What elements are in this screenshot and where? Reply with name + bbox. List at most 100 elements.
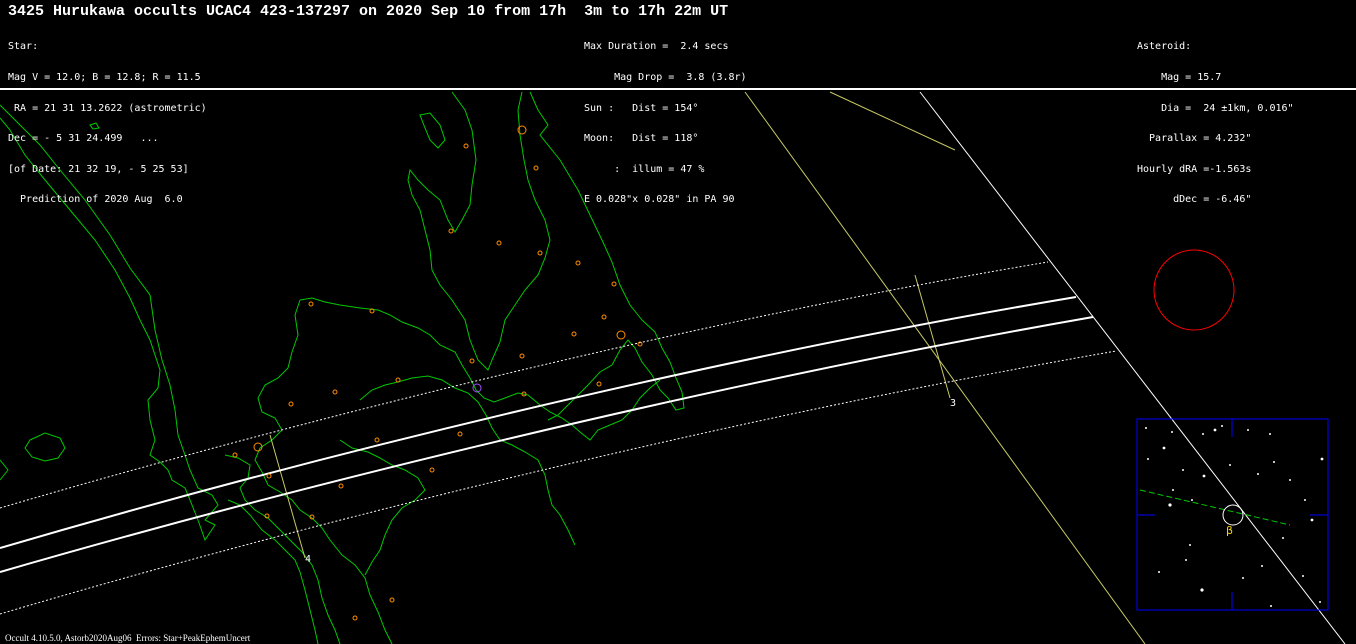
finder-chart: β [1136,418,1329,611]
star-info-line: [of Date: 21 32 19, - 5 25 53] [8,163,189,175]
star [1158,571,1160,573]
star-info-line: Star: [8,41,39,53]
star [1145,427,1147,429]
time-marker-4: 4 [305,554,311,565]
event-info-line: Sun : Dist = 154° [584,102,699,114]
star [1282,537,1284,539]
star-info-line: RA = 21 31 13.2622 (astrometric) [8,102,207,114]
city-marker [463,143,469,149]
asteroid-info-line: Asteroid: [1137,41,1192,53]
coastline-lower-left [224,454,341,644]
star-info-block: Star: Mag V = 12.0; B = 12.8; R = 11.5 R… [8,22,207,226]
event-info-block: Max Duration = 2.4 secs Mag Drop = 3.8 (… [584,22,747,226]
city-marker [571,331,577,337]
terminator-line-2 [829,91,956,151]
city-marker [266,473,272,479]
finder-target-symbol: β [1226,524,1233,537]
coastline-lower-mid [339,439,426,576]
asteroid-info-line: Dia = 24 ±1km, 0.016" [1137,102,1294,114]
city-marker [616,330,626,340]
star-info-line: Mag V = 12.0; B = 12.8; R = 11.5 [8,72,201,84]
star [1257,473,1259,475]
city-marker [457,431,463,437]
star [1202,433,1204,435]
page-title: 3425 Hurukawa occults UCAC4 423-137297 o… [8,3,729,20]
star [1247,429,1249,431]
city-markers [232,125,643,621]
star [1213,428,1217,432]
occultation-path [0,261,1117,615]
star [1289,479,1291,481]
finder-frame [1136,418,1329,611]
event-info-line: Mag Drop = 3.8 (3.8r) [584,72,747,84]
star [1229,464,1231,466]
star [1269,433,1271,435]
star [1221,425,1223,427]
city-marker [389,597,395,603]
coastline-island-left [24,432,66,462]
path-north-limit [0,296,1077,549]
city-marker [448,228,454,234]
star [1162,446,1166,450]
asteroid-info-line: dDec = -6.46" [1137,194,1252,206]
star [1310,518,1314,522]
finder-asteroid-track [1139,489,1291,526]
coastline-sw [227,499,319,644]
city-marker [308,301,314,307]
path-south-sigma [0,350,1117,615]
city-marker [232,452,238,458]
city-marker [533,165,539,171]
star [1147,458,1149,460]
time-marker-3: 3 [950,398,956,409]
path-north-sigma [0,261,1049,509]
star [1168,503,1172,507]
asteroid-info-block: Asteroid: Mag = 15.7 Dia = 24 ±1km, 0.01… [1137,22,1294,226]
star [1172,489,1174,491]
city-marker [469,358,475,364]
star [1189,544,1191,546]
star [1191,499,1193,501]
star [1242,577,1244,579]
star [1302,575,1304,577]
star [1261,565,1263,567]
city-marker [332,389,338,395]
footer-credit: Occult 4.10.5.0, Astorb2020Aug06 Errors:… [5,633,251,643]
terminator-line-1 [744,91,1146,644]
asteroid-info-line: Parallax = 4.232" [1137,133,1252,145]
star [1185,559,1187,561]
city-marker [429,467,435,473]
star-info-line: Prediction of 2020 Aug 6.0 [8,194,183,206]
star [1320,457,1324,461]
city-marker [496,240,502,246]
star [1182,469,1184,471]
event-info-line: E 0.028"x 0.028" in PA 90 [584,194,735,206]
city-marker [338,483,344,489]
city-marker [575,260,581,266]
occultation-map: 3 4 β 3425 Hurukawa occults UCAC4 423-13… [0,0,1356,644]
city-marker [395,377,401,383]
finder-stars [1145,425,1324,607]
path-south-limit [0,316,1094,573]
star [1200,588,1204,592]
city-marker [352,615,358,621]
asteroid-info-line: Hourly dRA =-1.563s [1137,163,1252,175]
star [1304,499,1306,501]
finder-target-circle [1222,504,1244,526]
coastline-sulawesi-sub [0,459,9,481]
star [1273,461,1275,463]
city-marker [288,401,294,407]
path-limit-tick-3 [914,274,951,399]
asteroid-info-line: Mag = 15.7 [1137,72,1222,84]
event-info-line: : illum = 47 % [584,163,705,175]
city-marker [596,381,602,387]
city-marker [537,250,543,256]
star [1171,431,1173,433]
star [1319,601,1321,603]
event-info-line: Max Duration = 2.4 secs [584,41,729,53]
star-info-line: Dec = - 5 31 24.499 ... [8,133,159,145]
city-marker [611,281,617,287]
star [1202,474,1206,478]
city-marker [374,437,380,443]
event-info-line: Moon: Dist = 118° [584,133,699,145]
coastline-philippines [407,91,551,371]
